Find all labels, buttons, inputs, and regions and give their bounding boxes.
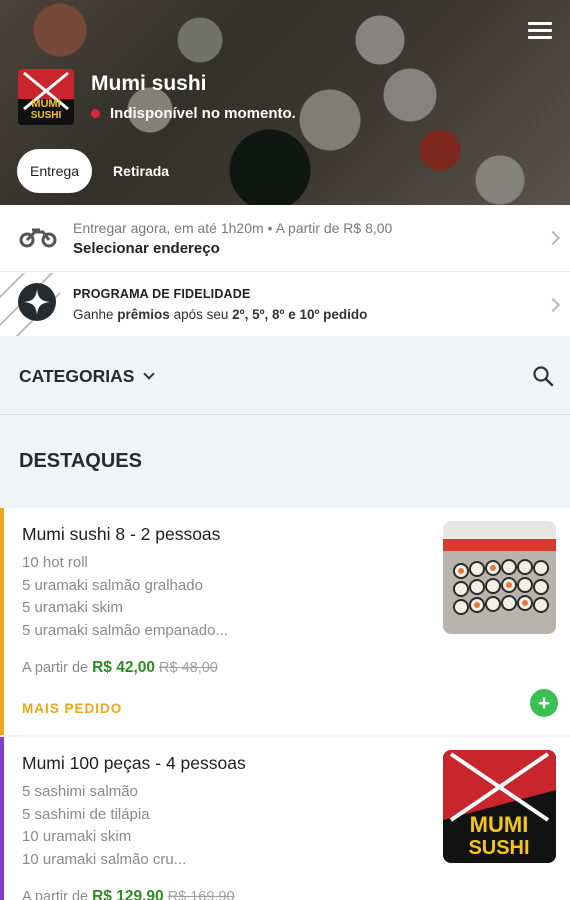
loyalty-description: Ganhe prêmios após seu 2º, 5º, 8º e 10º … <box>73 307 368 322</box>
product-price: A partir de R$ 129,90 R$ 169,90 <box>22 888 235 900</box>
section-title-destaques: DESTAQUES <box>19 450 142 472</box>
categories-dropdown[interactable]: CATEGORIAS <box>19 366 156 387</box>
categories-bar: CATEGORIAS <box>0 337 570 415</box>
store-logo: MUMI SUSHI <box>18 69 74 125</box>
product-image <box>443 521 556 634</box>
chevron-right-icon <box>545 230 561 246</box>
search-icon[interactable] <box>532 365 554 387</box>
categories-label: CATEGORIAS <box>19 366 135 386</box>
delivery-info-text: Entregar agora, em até 1h20m • A partir … <box>73 219 393 236</box>
product-image: MUMI SUSHI <box>443 750 556 863</box>
store-name: Mumi sushi <box>91 72 207 95</box>
product-name: Mumi sushi 8 - 2 pessoas <box>22 524 221 544</box>
store-info-panel: Entregar agora, em até 1h20m • A partir … <box>0 205 570 336</box>
product-description: 10 hot roll 5 uramaki salmão gralhado 5 … <box>22 554 228 639</box>
product-description: 5 sashimi salmão 5 sashimi de tilápia 10… <box>22 783 187 868</box>
svg-text:MUMI: MUMI <box>31 98 60 110</box>
store-header-banner: MUMI SUSHI Mumi sushi Indisponível no mo… <box>0 0 570 205</box>
loyalty-program-row[interactable]: PROGRAMA DE FIDELIDADE Ganhe prêmios apó… <box>0 273 570 336</box>
store-status: Indisponível no momento. <box>91 105 296 122</box>
svg-text:SUSHI: SUSHI <box>31 110 62 121</box>
product-price: A partir de R$ 42,00 R$ 48,00 <box>22 659 218 676</box>
chevron-down-icon <box>143 368 156 380</box>
loyalty-title: PROGRAMA DE FIDELIDADE <box>73 287 251 301</box>
product-name: Mumi 100 peças - 4 pessoas <box>22 753 246 773</box>
tab-entrega[interactable]: Entrega <box>17 149 93 193</box>
order-mode-tabs: Entrega Retirada <box>17 149 182 193</box>
delivery-address-row[interactable]: Entregar agora, em até 1h20m • A partir … <box>0 205 570 272</box>
svg-text:MUMI: MUMI <box>470 812 529 837</box>
status-dot-icon <box>91 109 100 118</box>
tab-retirada[interactable]: Retirada <box>100 149 182 193</box>
store-status-text: Indisponível no momento. <box>110 105 296 122</box>
svg-text:SUSHI: SUSHI <box>468 837 529 859</box>
motorcycle-icon <box>18 224 58 253</box>
most-ordered-badge: MAIS PEDIDO <box>22 701 123 716</box>
product-card[interactable]: Mumi 100 peças - 4 pessoas 5 sashimi sal… <box>0 737 570 900</box>
add-to-cart-button[interactable]: + <box>530 689 558 717</box>
sparkle-icon <box>17 282 57 327</box>
select-address-label: Selecionar endereço <box>73 239 220 257</box>
hamburger-menu-icon[interactable] <box>528 22 552 42</box>
product-card[interactable]: Mumi sushi 8 - 2 pessoas 10 hot roll 5 u… <box>0 508 570 735</box>
chevron-right-icon <box>545 297 561 312</box>
